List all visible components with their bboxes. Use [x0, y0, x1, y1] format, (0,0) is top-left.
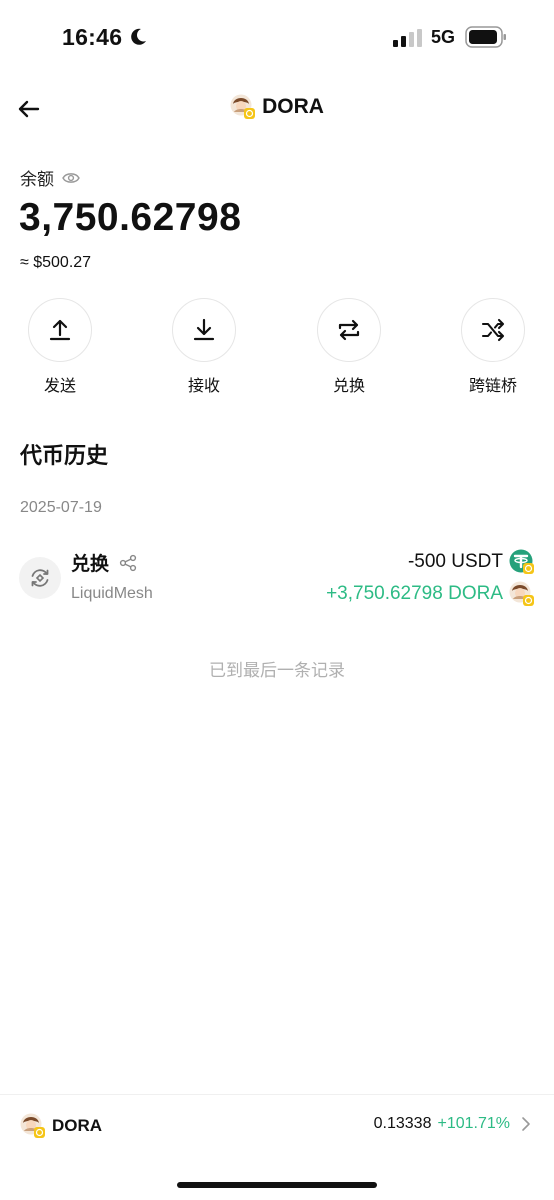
- send-button[interactable]: 发送: [20, 298, 100, 396]
- swap-button-circle[interactable]: [317, 298, 381, 362]
- transaction-row[interactable]: 兑换 LiquidMesh -500 USDT +3,750.62798 DOR…: [0, 542, 554, 612]
- price-change: +101.71%: [437, 1115, 510, 1132]
- status-time: 16:46: [62, 24, 123, 50]
- chevron-right-icon: [522, 1117, 530, 1131]
- moon-icon: [131, 28, 146, 45]
- amount-out-wrap: -500 USDT: [408, 549, 535, 575]
- dora-token-icon: [230, 94, 256, 119]
- send-label: 发送: [43, 378, 76, 395]
- transaction-source: LiquidMesh: [71, 585, 153, 602]
- swap-transaction-icon: [19, 557, 61, 599]
- swap-label: 兑换: [332, 378, 365, 395]
- bridge-button-circle[interactable]: [461, 298, 525, 362]
- balance-amount: 3,750.62798: [19, 196, 242, 239]
- header: DORA: [0, 86, 554, 132]
- header-title-wrap: DORA: [0, 94, 554, 120]
- bridge-label: 跨链桥: [468, 378, 517, 395]
- bottom-token: DORA: [20, 1113, 102, 1139]
- token-price: 0.13338: [373, 1115, 432, 1132]
- upload-arrow-icon: [49, 319, 71, 341]
- bridge-button[interactable]: 跨链桥: [453, 298, 533, 396]
- download-arrow-icon: [193, 318, 215, 341]
- eye-icon[interactable]: [62, 171, 80, 185]
- receive-button[interactable]: 接收: [164, 298, 244, 396]
- bottom-price-bar[interactable]: DORA 0.13338 +101.71%: [0, 1094, 554, 1156]
- home-indicator: [177, 1182, 377, 1188]
- refresh-circle-icon: [31, 569, 49, 587]
- page-title: DORA: [262, 95, 324, 118]
- battery-icon: [465, 26, 506, 48]
- share-icon[interactable]: [119, 554, 137, 572]
- usdt-token-icon: [509, 549, 534, 574]
- status-bar: 16:46 5G: [0, 0, 554, 76]
- balance-fiat-value: ≈ $500.27: [20, 254, 92, 271]
- history-date: 2025-07-19: [20, 499, 102, 516]
- receive-button-circle[interactable]: [172, 298, 236, 362]
- receive-label: 接收: [187, 378, 220, 395]
- transaction-title: 兑换: [71, 554, 110, 575]
- signal-icon: [393, 29, 422, 47]
- balance-label: 余额: [20, 170, 54, 189]
- bottom-token-symbol: DORA: [52, 1116, 103, 1135]
- end-of-list-label: 已到最后一条记录: [209, 661, 345, 680]
- network-label: 5G: [431, 27, 456, 47]
- shuffle-icon: [481, 318, 505, 342]
- swap-button[interactable]: 兑换: [309, 298, 389, 396]
- dora-token-icon: [509, 581, 534, 606]
- amount-out: -500 USDT: [407, 551, 503, 572]
- send-button-circle[interactable]: [28, 298, 92, 362]
- amount-in: +3,750.62798 DORA: [326, 583, 503, 604]
- transaction-title-wrap: 兑换: [71, 549, 137, 576]
- balance-label-wrap: 余额: [20, 165, 80, 190]
- action-row: 发送 接收 兑换 跨链桥: [0, 298, 554, 398]
- swap-icon: [338, 319, 360, 341]
- amount-in-wrap: +3,750.62798 DORA: [326, 581, 535, 607]
- bottom-price-info: 0.13338 +101.71%: [374, 1115, 532, 1133]
- token-history-title: 代币历史: [20, 443, 109, 468]
- dora-token-icon: [20, 1113, 45, 1138]
